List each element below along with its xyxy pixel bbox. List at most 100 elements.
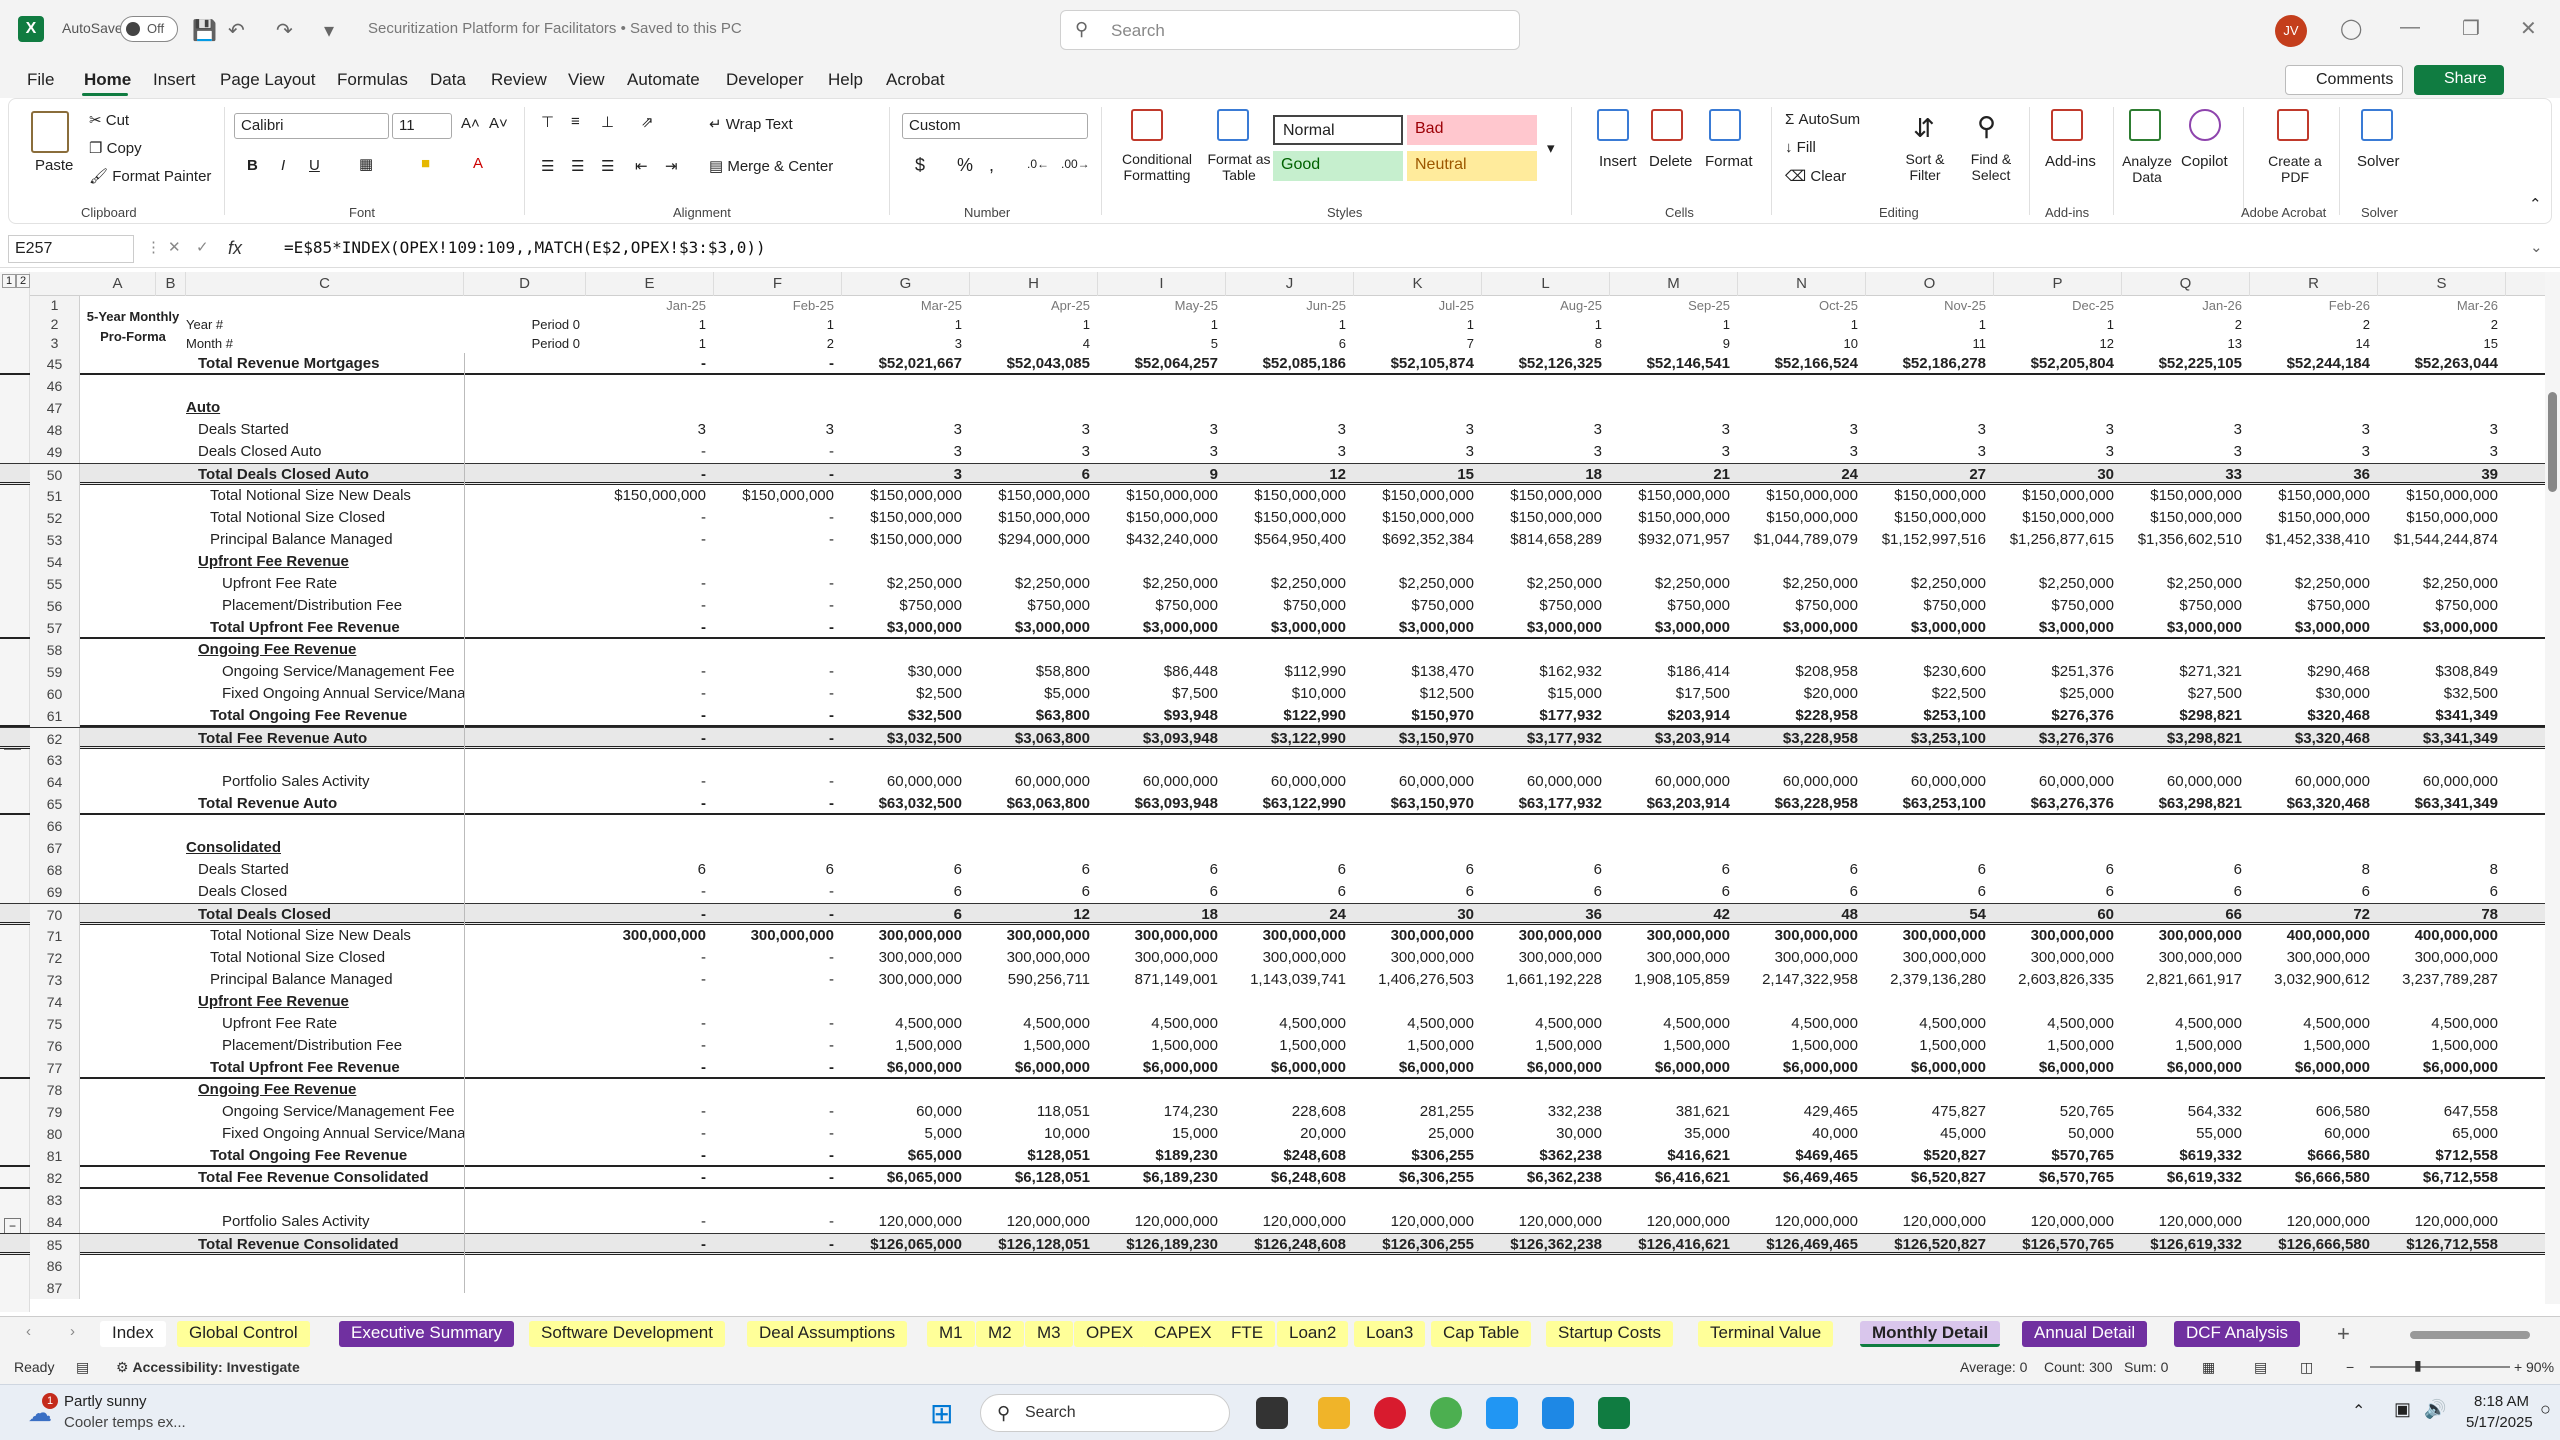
row-label[interactable]: Auto	[186, 397, 464, 419]
column-header[interactable]: N	[1738, 272, 1866, 296]
outline-level-1[interactable]: 1	[2, 274, 17, 288]
cell[interactable]: 2	[714, 334, 842, 353]
cell[interactable]: 2,603,826,335	[1994, 969, 2122, 991]
cell[interactable]: 35,000	[1610, 1123, 1738, 1145]
cell[interactable]: -	[586, 881, 714, 903]
cell[interactable]: $6,666,580	[2250, 1167, 2378, 1189]
cell[interactable]: Nov-25	[1866, 296, 1994, 315]
cell[interactable]: 300,000,000	[1098, 947, 1226, 969]
row-number[interactable]: 1	[30, 296, 80, 315]
cell[interactable]: $228,958	[1738, 705, 1866, 727]
cell[interactable]: $276,376	[1994, 705, 2122, 727]
sheet-tab[interactable]: Terminal Value	[1698, 1321, 1834, 1347]
row-label[interactable]: Total Upfront Fee Revenue	[186, 617, 464, 639]
cell[interactable]: $189,230	[1098, 1145, 1226, 1167]
cell[interactable]: 6	[2250, 881, 2378, 903]
cell[interactable]: $6,570,765	[1994, 1167, 2122, 1189]
cell[interactable]: 1	[1354, 315, 1482, 334]
cell[interactable]: $30,000	[2250, 683, 2378, 705]
row-number[interactable]: 46	[30, 375, 80, 397]
cell[interactable]: 1,500,000	[1866, 1035, 1994, 1057]
cell[interactable]: 6	[1354, 881, 1482, 903]
autosave-toggle[interactable]: Off	[120, 16, 178, 42]
cell[interactable]: $65,000	[842, 1145, 970, 1167]
cell[interactable]: 1,500,000	[1610, 1035, 1738, 1057]
cell[interactable]: 300,000,000	[2122, 947, 2250, 969]
cell[interactable]: 6	[1866, 881, 1994, 903]
tab-view[interactable]: View	[568, 70, 605, 90]
row-number[interactable]: 76	[30, 1035, 80, 1057]
cell[interactable]: $203,914	[1610, 705, 1738, 727]
cell[interactable]: Apr-25	[970, 296, 1098, 315]
format-button[interactable]: Format	[1705, 153, 1753, 170]
cell[interactable]: 3	[1994, 441, 2122, 463]
format-as-table-icon[interactable]	[1217, 109, 1249, 141]
cell[interactable]: 3	[1226, 441, 1354, 463]
format-cells-icon[interactable]	[1709, 109, 1741, 141]
cell[interactable]: $52,244,184	[2250, 353, 2378, 375]
row-number[interactable]: 84	[30, 1211, 80, 1233]
cell[interactable]: Sep-25	[1610, 296, 1738, 315]
cell[interactable]: -	[586, 661, 714, 683]
cell[interactable]: 1	[1738, 315, 1866, 334]
cell[interactable]: $251,376	[1994, 661, 2122, 683]
cell[interactable]: 4,500,000	[1994, 1013, 2122, 1035]
cell[interactable]: $63,276,376	[1994, 793, 2122, 815]
cell[interactable]: $63,150,970	[1354, 793, 1482, 815]
cell[interactable]: -	[714, 595, 842, 617]
cell[interactable]: -	[714, 353, 842, 375]
cell[interactable]: 3	[2250, 419, 2378, 441]
row-number[interactable]: 50	[30, 464, 80, 486]
cell[interactable]: -	[714, 529, 842, 551]
notepad-icon[interactable]	[1542, 1397, 1574, 1429]
cell[interactable]: Jan-25	[586, 296, 714, 315]
cell[interactable]: $248,608	[1226, 1145, 1354, 1167]
cell[interactable]: 1,500,000	[2122, 1035, 2250, 1057]
cell[interactable]: 3	[1866, 441, 1994, 463]
cell[interactable]: $10,000	[1226, 683, 1354, 705]
fill-button[interactable]: ↓ Fill	[1785, 139, 1816, 156]
cell[interactable]: 1,908,105,859	[1610, 969, 1738, 991]
tab-data[interactable]: Data	[430, 70, 466, 90]
cell[interactable]: $150,000,000	[2122, 485, 2250, 507]
cell[interactable]: 21	[1610, 464, 1738, 486]
cell[interactable]: 300,000,000	[1866, 947, 1994, 969]
cell[interactable]: 6	[842, 881, 970, 903]
cell[interactable]: $126,619,332	[2122, 1234, 2250, 1256]
cell[interactable]: 1,500,000	[2250, 1035, 2378, 1057]
cell[interactable]: Jul-25	[1354, 296, 1482, 315]
cell[interactable]: $122,990	[1226, 705, 1354, 727]
undo-icon[interactable]: ↶	[228, 18, 245, 43]
cell[interactable]: $126,520,827	[1866, 1234, 1994, 1256]
cell[interactable]: $3,000,000	[2378, 617, 2506, 639]
cell[interactable]: $3,276,376	[1994, 728, 2122, 750]
cell[interactable]: 300,000,000	[1610, 947, 1738, 969]
row-label[interactable]: Portfolio Sales Activity	[186, 771, 464, 793]
cell[interactable]: 30,000	[1482, 1123, 1610, 1145]
cell[interactable]: -	[714, 661, 842, 683]
cell[interactable]: 2	[2378, 315, 2506, 334]
row-number[interactable]: 77	[30, 1057, 80, 1079]
cell[interactable]: 300,000,000	[970, 947, 1098, 969]
cell[interactable]: -	[586, 1123, 714, 1145]
cell[interactable]: $126,128,051	[970, 1234, 1098, 1256]
cell[interactable]: $2,250,000	[1226, 573, 1354, 595]
row-number[interactable]: 58	[30, 639, 80, 661]
cell[interactable]: 6	[2122, 859, 2250, 881]
cell[interactable]: $6,189,230	[1098, 1167, 1226, 1189]
row-number[interactable]: 71	[30, 925, 80, 947]
sort-filter-icon[interactable]: ⇵	[1913, 113, 1935, 144]
cell[interactable]: 4,500,000	[2122, 1013, 2250, 1035]
row-label[interactable]: Ongoing Fee Revenue	[186, 1079, 464, 1101]
cell[interactable]: 3	[1226, 419, 1354, 441]
cell[interactable]: 6	[842, 904, 970, 926]
cell[interactable]: $6,000,000	[1738, 1057, 1866, 1079]
sheet-tab[interactable]: Annual Detail	[2022, 1321, 2148, 1347]
cell[interactable]: 33	[2122, 464, 2250, 486]
cell[interactable]: 300,000,000	[2122, 925, 2250, 947]
row-label[interactable]: Deals Closed	[186, 881, 464, 903]
cell[interactable]: $2,250,000	[1994, 573, 2122, 595]
add-ins-button[interactable]: Add-ins	[2045, 153, 2096, 170]
row-number[interactable]: 79	[30, 1101, 80, 1123]
cell[interactable]: $126,248,608	[1226, 1234, 1354, 1256]
